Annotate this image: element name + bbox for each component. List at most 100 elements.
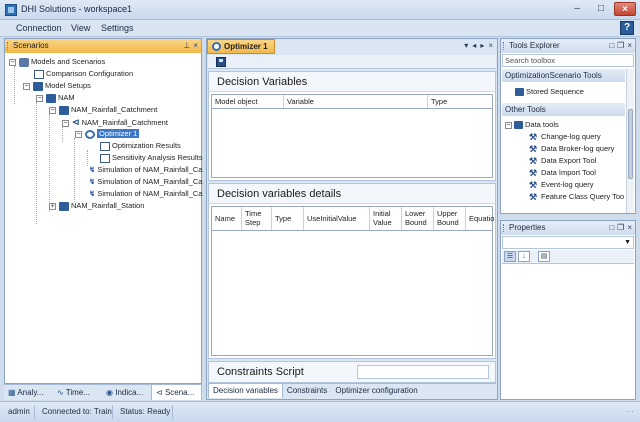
tab-analysis[interactable]: ▦ Analy... — [4, 385, 53, 400]
tool-group-other[interactable]: Other Tools — [502, 103, 625, 116]
results-table-icon — [100, 141, 110, 151]
close-icon[interactable]: × — [193, 39, 198, 53]
tree-item-models-and-scenarios[interactable]: − Models and Scenarios — [9, 56, 105, 68]
property-pages-icon[interactable]: ▤ — [538, 251, 550, 262]
tree-item-nam[interactable]: − NAM — [36, 92, 75, 104]
analysis-icon: ▦ — [8, 388, 16, 397]
grip-icon[interactable] — [7, 42, 9, 50]
constraints-script-input[interactable] — [357, 365, 489, 379]
tab-right-icon[interactable]: ▸ — [480, 41, 484, 50]
menu-connection[interactable]: Connection — [16, 23, 62, 33]
maximize-icon[interactable]: □ — [590, 2, 612, 16]
col-variable[interactable]: Variable — [284, 95, 428, 108]
pin-icon[interactable]: ⊥ — [183, 39, 190, 53]
status-user: admin — [8, 407, 30, 416]
menu-view[interactable]: View — [71, 23, 90, 33]
col-type[interactable]: Type — [272, 207, 304, 230]
tool-data-broker-log-query[interactable]: ⚒ Data Broker-log query — [529, 143, 614, 154]
close-icon[interactable]: × — [627, 39, 632, 53]
close-icon[interactable]: × — [614, 2, 636, 16]
folder-icon — [515, 88, 524, 97]
tree-item-simulation-1[interactable]: ↯ Simulation of NAM_Rainfall_Ca — [89, 164, 202, 176]
tab-dropdown-icon[interactable]: ▾ — [464, 41, 468, 50]
close-icon[interactable]: × — [488, 41, 493, 50]
tree-item-optimization-results[interactable]: Optimization Results — [100, 140, 181, 152]
tree-item-simulation-2[interactable]: ↯ Simulation of NAM_Rainfall_Ca — [89, 176, 202, 188]
toolbox-search-input[interactable]: Search toolbox — [502, 54, 634, 67]
tab-constraints[interactable]: Constraints — [283, 384, 331, 398]
wrench-icon: ⚒ — [529, 155, 538, 166]
window-controls: – □ × — [566, 2, 636, 16]
scenario-tree: − Models and Scenarios Comparison Configu… — [5, 54, 202, 383]
tool-event-log-query[interactable]: ⚒ Event-log query — [529, 179, 594, 190]
scenarios-panel-title: Scenarios — [13, 41, 49, 50]
col-upper-bound[interactable]: Upper Bound — [434, 207, 466, 230]
tab-optimizer-1[interactable]: Optimizer 1 — [207, 39, 275, 54]
tool-data-import[interactable]: ⚒ Data Import Tool — [529, 167, 596, 178]
grid-header: Model object Variable Type — [212, 95, 492, 109]
wrench-icon: ⚒ — [529, 167, 538, 178]
grip-icon[interactable] — [503, 224, 505, 232]
restore-icon[interactable]: ❐ — [617, 221, 624, 235]
help-icon[interactable]: ? — [620, 21, 634, 35]
col-type[interactable]: Type — [428, 95, 496, 108]
wrench-icon: ⚒ — [529, 179, 538, 190]
simulation-icon: ↯ — [89, 165, 96, 174]
tab-left-icon[interactable]: ◂ — [472, 41, 476, 50]
tree-item-model-setups[interactable]: − Model Setups — [23, 80, 91, 92]
col-equation[interactable]: Equatio — [466, 207, 498, 230]
tree-item-nam-rainfall-catchment-model[interactable]: − ⊲ NAM_Rainfall_Catchment — [62, 116, 168, 128]
tool-stored-sequence[interactable]: Stored Sequence — [515, 86, 584, 97]
menu-settings[interactable]: Settings — [101, 23, 134, 33]
col-time-step[interactable]: Time Step — [242, 207, 272, 230]
tool-feature-class-query[interactable]: ⚒ Feature Class Query Too — [529, 191, 624, 202]
optimizer-icon — [85, 129, 95, 139]
tool-change-log-query[interactable]: ⚒ Change-log query — [529, 131, 601, 142]
tool-data-export[interactable]: ⚒ Data Export Tool — [529, 155, 596, 166]
tab-time-series[interactable]: ∿ Time... — [53, 385, 102, 400]
tools-explorer-panel: Tools Explorer □ ❐ × Search toolbox Opti… — [500, 38, 636, 214]
sort-alphabetical-icon[interactable]: ↓ — [518, 251, 530, 262]
maximize-icon[interactable]: □ — [609, 221, 614, 235]
close-icon[interactable]: × — [627, 221, 632, 235]
tab-indicators[interactable]: ◉ Indica... — [102, 385, 151, 400]
tree-item-nam-rainfall-catchment-folder[interactable]: − NAM_Rainfall_Catchment — [49, 104, 157, 116]
scrollbar-thumb[interactable] — [628, 109, 633, 179]
tree-item-optimizer-1[interactable]: − Optimizer 1 — [75, 128, 140, 140]
tab-optimizer-configuration[interactable]: Optimizer configuration — [331, 384, 421, 398]
tab-scenarios[interactable]: ⊲ Scena... — [151, 385, 202, 400]
scenarios-bottom-tabs: ▦ Analy... ∿ Time... ◉ Indica... ⊲ Scena… — [4, 384, 202, 400]
tree-item-comparison-configuration[interactable]: Comparison Configuration — [34, 68, 133, 80]
document-toolbar — [208, 55, 496, 69]
col-name[interactable]: Name — [212, 207, 242, 230]
save-icon[interactable] — [216, 57, 226, 67]
model-icon: ⊲ — [72, 117, 80, 127]
col-use-initial-value[interactable]: UseInitialValue — [304, 207, 370, 230]
scenarios-panel: Scenarios ⊥ × − Models and Scenarios Comp… — [4, 38, 202, 384]
optimizer-icon — [212, 42, 221, 51]
resize-grip-icon[interactable]: ⋯ — [626, 407, 634, 416]
col-lower-bound[interactable]: Lower Bound — [402, 207, 434, 230]
wrench-icon: ⚒ — [529, 191, 538, 202]
properties-object-select[interactable]: ▼ — [502, 236, 634, 249]
maximize-icon[interactable]: □ — [609, 39, 614, 53]
col-model-object[interactable]: Model object — [212, 95, 284, 108]
tool-group-optimization[interactable]: OptimizationScenario Tools — [502, 69, 625, 82]
col-initial-value[interactable]: Initial Value — [370, 207, 402, 230]
minimize-icon[interactable]: – — [566, 2, 588, 16]
tab-decision-variables[interactable]: Decision variables — [208, 384, 283, 398]
tree-item-sensitivity-analysis-results[interactable]: Sensitivity Analysis Results — [100, 152, 202, 164]
restore-icon[interactable]: ❐ — [617, 39, 624, 53]
menu-bar: Connection View Settings ? — [0, 20, 640, 37]
categorized-icon[interactable]: ☰ — [504, 251, 516, 262]
tool-folder-data-tools[interactable]: − Data tools — [505, 119, 559, 130]
tree-item-nam-rainfall-station[interactable]: + NAM_Rainfall_Station — [49, 200, 144, 212]
decision-variables-grid: Model object Variable Type — [211, 94, 493, 178]
grip-icon[interactable] — [503, 42, 505, 50]
properties-panel: Properties □ ❐ × ▼ ☰ ↓ ▤ — [500, 220, 636, 400]
properties-title: Properties — [509, 223, 546, 232]
tools-scrollbar[interactable] — [626, 69, 634, 213]
decision-details-grid: Name Time Step Type UseInitialValue Init… — [211, 206, 494, 356]
tree-item-simulation-3[interactable]: ↯ Simulation of NAM_Rainfall_Ca — [89, 188, 202, 200]
status-connection: Connected to: Train — [42, 407, 112, 416]
